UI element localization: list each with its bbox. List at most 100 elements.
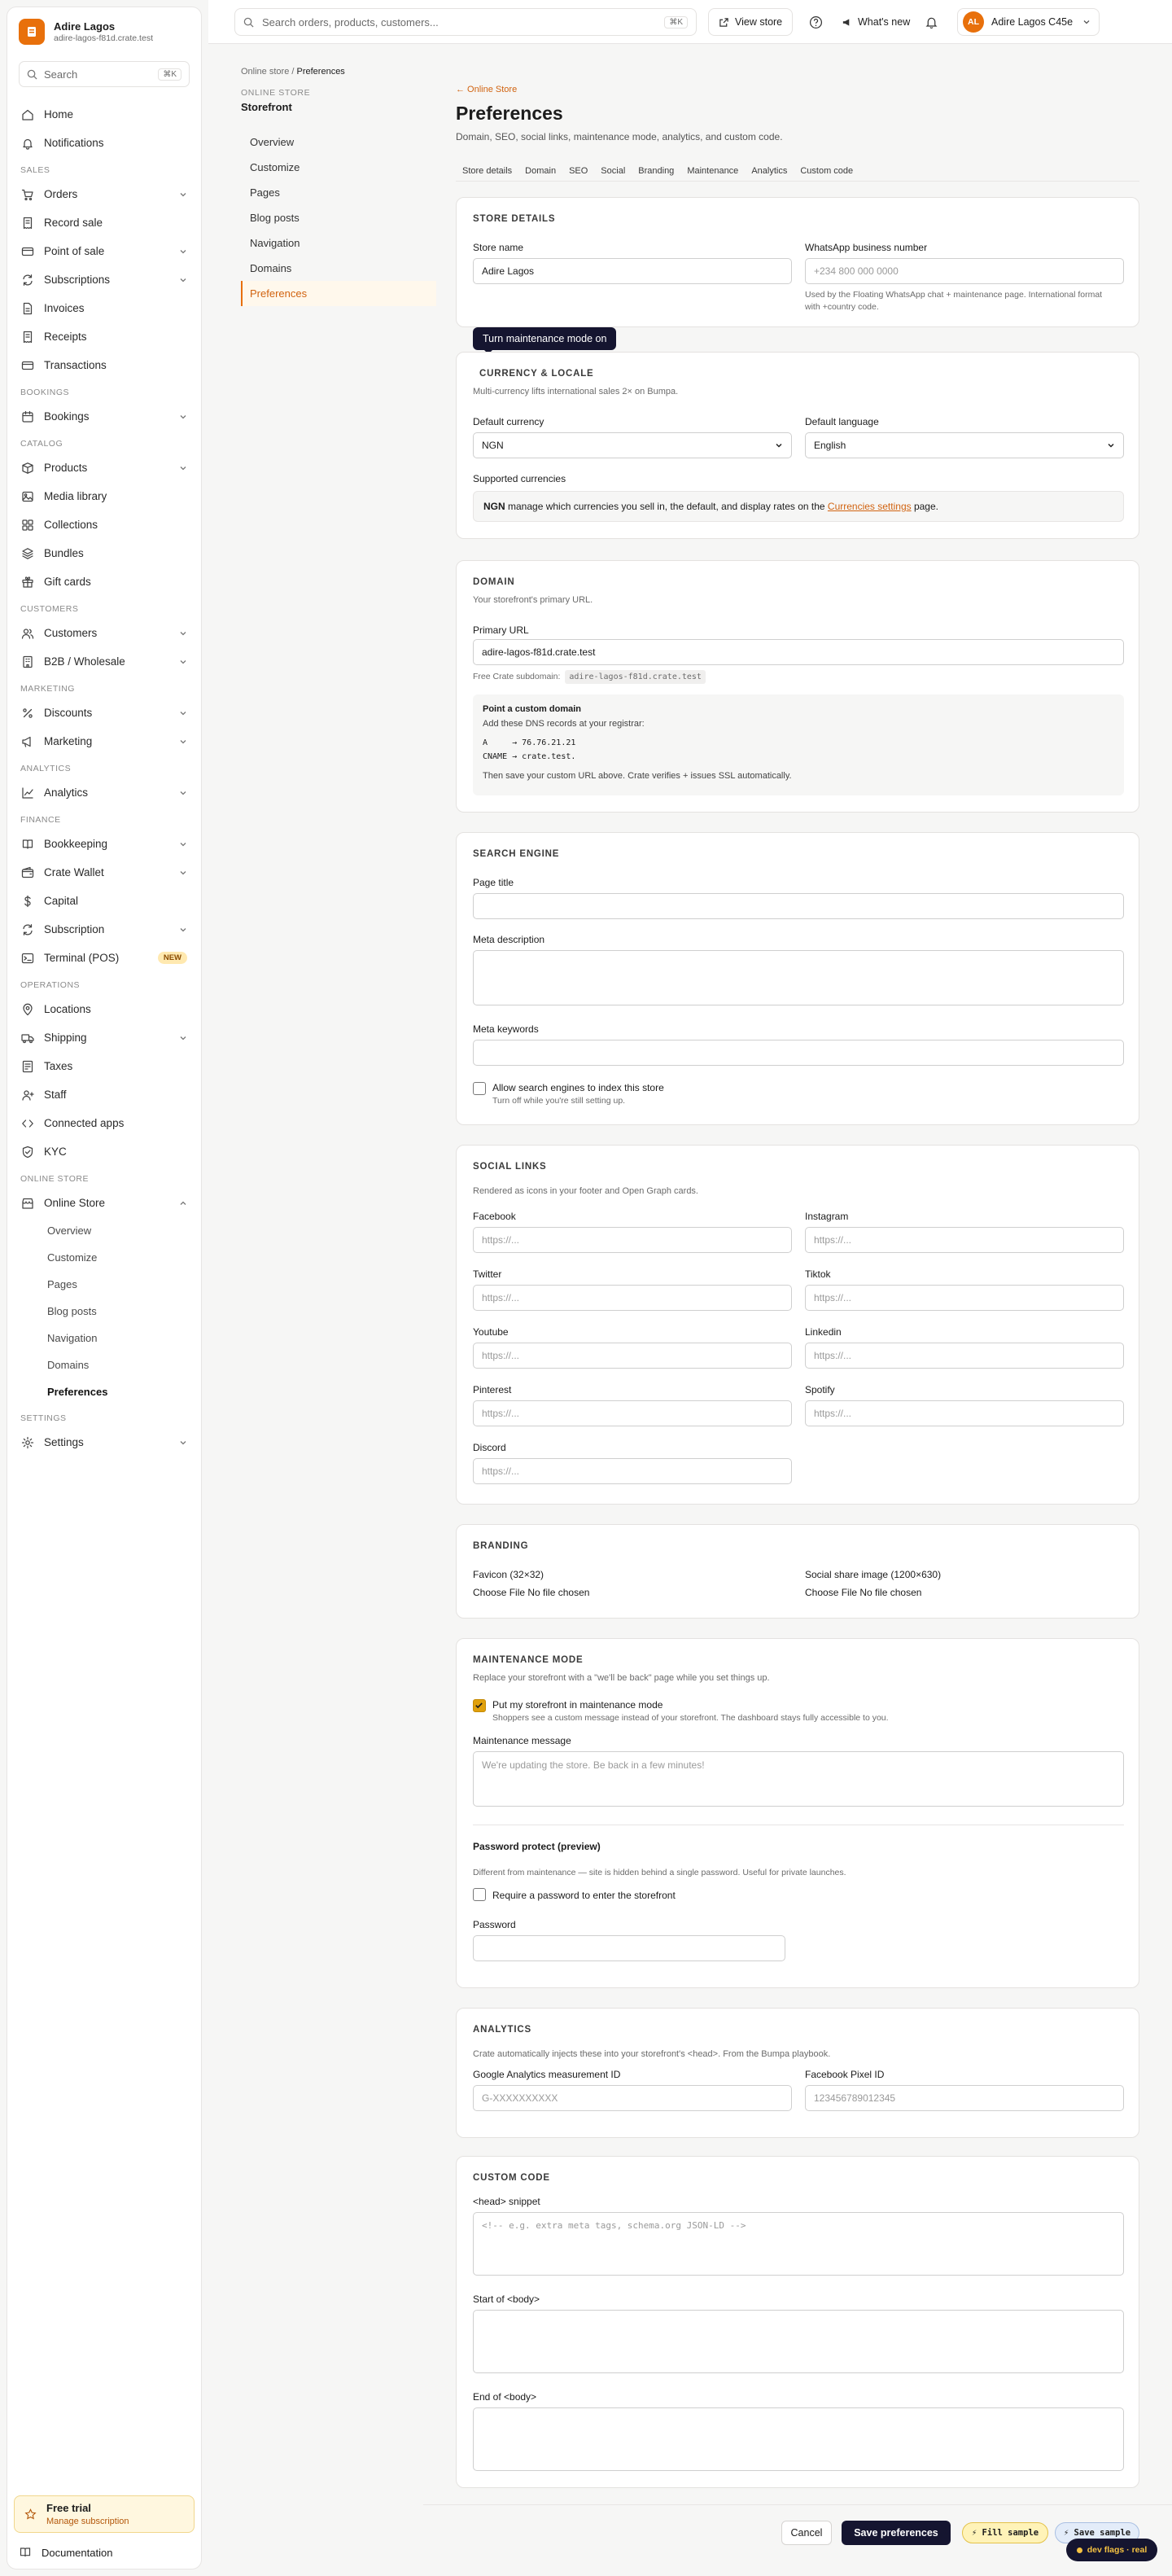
global-search-input[interactable]: Search orders, products, customers... ⌘K [234, 8, 697, 36]
tab-social[interactable]: Social [594, 160, 632, 182]
sidebar-item-point-of-sale[interactable]: Point of sale [14, 237, 195, 265]
user-menu-button[interactable]: AL Adire Lagos C45e [957, 8, 1100, 36]
tab-domain[interactable]: Domain [518, 160, 562, 182]
maintenance-message-textarea[interactable]: We're updating the store. Be back in a f… [473, 1751, 1124, 1807]
documentation-link[interactable]: Documentation [19, 2546, 112, 2559]
fill-sample-button[interactable]: ⚡ Fill sample [962, 2522, 1048, 2543]
favicon-choose-button[interactable]: Choose File [473, 1587, 525, 1598]
whats-new-button[interactable]: What's new [842, 8, 910, 36]
free-trial-banner[interactable]: Free trial Manage subscription [14, 2495, 195, 2533]
sidebar-item-discounts[interactable]: Discounts [14, 699, 195, 727]
sidebar-item-terminal-pos[interactable]: Terminal (POS) NEW [14, 944, 195, 972]
sidebar-item-taxes[interactable]: Taxes [14, 1052, 195, 1080]
share-image-file-input[interactable]: Choose File No file chosen [805, 1587, 921, 1598]
sidebar-item-staff[interactable]: Staff [14, 1080, 195, 1109]
facebook-url-input[interactable]: https://... [473, 1227, 792, 1253]
sidebar-item-connected-apps[interactable]: Connected apps [14, 1109, 195, 1137]
sidebar-item-media-library[interactable]: Media library [14, 482, 195, 510]
sidebar-item-home[interactable]: Home [14, 100, 195, 129]
spotify-url-input[interactable]: https://... [805, 1400, 1124, 1426]
store-name-input[interactable]: Adire Lagos [473, 258, 792, 284]
sidebar-item-analytics[interactable]: Analytics [14, 778, 195, 807]
tiktok-url-input[interactable]: https://... [805, 1285, 1124, 1311]
twitter-url-input[interactable]: https://... [473, 1285, 792, 1311]
sidebar-subitem-preferences[interactable]: Preferences [14, 1378, 195, 1405]
meta-keywords-input[interactable] [473, 1040, 1124, 1066]
subnav-item-pages[interactable]: Pages [241, 180, 436, 205]
body-start-textarea[interactable] [473, 2310, 1124, 2373]
sidebar-item-bundles[interactable]: Bundles [14, 539, 195, 567]
default-currency-select[interactable]: NGN [473, 432, 792, 458]
subnav-item-overview[interactable]: Overview [241, 129, 436, 155]
body-end-textarea[interactable] [473, 2407, 1124, 2471]
sidebar-item-invoices[interactable]: Invoices [14, 294, 195, 322]
tab-analytics[interactable]: Analytics [745, 160, 794, 182]
sidebar-subitem-blog-posts[interactable]: Blog posts [14, 1298, 195, 1325]
sidebar-subitem-pages[interactable]: Pages [14, 1271, 195, 1298]
help-button[interactable] [802, 8, 829, 36]
require-password-checkbox[interactable] [473, 1888, 486, 1901]
sidebar-item-record-sale[interactable]: Record sale [14, 208, 195, 237]
view-store-button[interactable]: View store [708, 8, 794, 36]
head-snippet-textarea[interactable]: <!-- e.g. extra meta tags, schema.org JS… [473, 2212, 1124, 2276]
instagram-url-input[interactable]: https://... [805, 1227, 1124, 1253]
sidebar-item-shipping[interactable]: Shipping [14, 1023, 195, 1052]
sidebar-item-marketing[interactable]: Marketing [14, 727, 195, 756]
notifications-button[interactable] [918, 8, 944, 36]
sidebar-item-collections[interactable]: Collections [14, 510, 195, 539]
sidebar-item-customers[interactable]: Customers [14, 619, 195, 647]
page-title-input[interactable] [473, 893, 1124, 919]
primary-url-input[interactable]: adire-lagos-f81d.crate.test [473, 639, 1124, 665]
save-preferences-button[interactable]: Save preferences [842, 2521, 951, 2545]
discord-url-input[interactable]: https://... [473, 1458, 792, 1484]
youtube-url-input[interactable]: https://... [473, 1343, 792, 1369]
sidebar-item-locations[interactable]: Locations [14, 995, 195, 1023]
share-image-choose-button[interactable]: Choose File [805, 1587, 857, 1598]
tab-seo[interactable]: SEO [562, 160, 594, 182]
sidebar-subitem-customize[interactable]: Customize [14, 1244, 195, 1271]
cancel-button[interactable]: Cancel [781, 2521, 832, 2545]
favicon-file-input[interactable]: Choose File No file chosen [473, 1587, 589, 1598]
meta-description-textarea[interactable] [473, 950, 1124, 1005]
sidebar-item-products[interactable]: Products [14, 453, 195, 482]
subnav-item-blog-posts[interactable]: Blog posts [241, 205, 436, 230]
currencies-settings-link[interactable]: Currencies settings [828, 501, 912, 512]
sidebar-item-settings[interactable]: Settings [14, 1428, 195, 1457]
dev-flags-pill[interactable]: dev flags · real [1066, 2539, 1157, 2561]
sidebar-subitem-overview[interactable]: Overview [14, 1217, 195, 1244]
sidebar-item-receipts[interactable]: Receipts [14, 322, 195, 351]
sidebar-item-bookkeeping[interactable]: Bookkeeping [14, 830, 195, 858]
subnav-item-preferences[interactable]: Preferences [241, 281, 436, 306]
sidebar-item-subscription[interactable]: Subscription [14, 915, 195, 944]
subnav-item-customize[interactable]: Customize [241, 155, 436, 180]
tab-store-details[interactable]: Store details [456, 160, 518, 182]
sidebar-item-orders[interactable]: Orders [14, 180, 195, 208]
breadcrumb-parent[interactable]: Online store [241, 67, 289, 77]
sidebar-item-transactions[interactable]: Transactions [14, 351, 195, 379]
linkedin-url-input[interactable]: https://... [805, 1343, 1124, 1369]
tab-custom-code[interactable]: Custom code [794, 160, 859, 182]
default-language-select[interactable]: English [805, 432, 1124, 458]
tab-maintenance[interactable]: Maintenance [680, 160, 745, 182]
fb-pixel-input[interactable]: 123456789012345 [805, 2085, 1124, 2111]
store-switcher[interactable]: Adire Lagos adire-lagos-f81d.crate.test [7, 7, 201, 53]
subnav-item-domains[interactable]: Domains [241, 256, 436, 281]
sidebar-item-notifications[interactable]: Notifications [14, 129, 195, 157]
ga-id-input[interactable]: G-XXXXXXXXXX [473, 2085, 792, 2111]
tab-branding[interactable]: Branding [632, 160, 680, 182]
whatsapp-input[interactable]: +234 800 000 0000 [805, 258, 1124, 284]
sidebar-item-capital[interactable]: Capital [14, 887, 195, 915]
sidebar-subitem-navigation[interactable]: Navigation [14, 1325, 195, 1352]
sidebar-item-kyc[interactable]: KYC [14, 1137, 195, 1166]
back-link[interactable]: ← Online Store [456, 85, 1139, 94]
sidebar-item-crate-wallet[interactable]: Crate Wallet [14, 858, 195, 887]
maintenance-mode-checkbox[interactable] [473, 1699, 486, 1712]
sidebar-item-gift-cards[interactable]: Gift cards [14, 567, 195, 596]
sidebar-subitem-domains[interactable]: Domains [14, 1352, 195, 1378]
allow-indexing-checkbox[interactable] [473, 1082, 486, 1095]
sidebar-search[interactable]: Search ⌘K [19, 61, 190, 87]
manage-subscription-link[interactable]: Manage subscription [46, 2517, 129, 2526]
sidebar-item-subscriptions[interactable]: Subscriptions [14, 265, 195, 294]
password-input[interactable] [473, 1935, 785, 1961]
subnav-item-navigation[interactable]: Navigation [241, 230, 436, 256]
